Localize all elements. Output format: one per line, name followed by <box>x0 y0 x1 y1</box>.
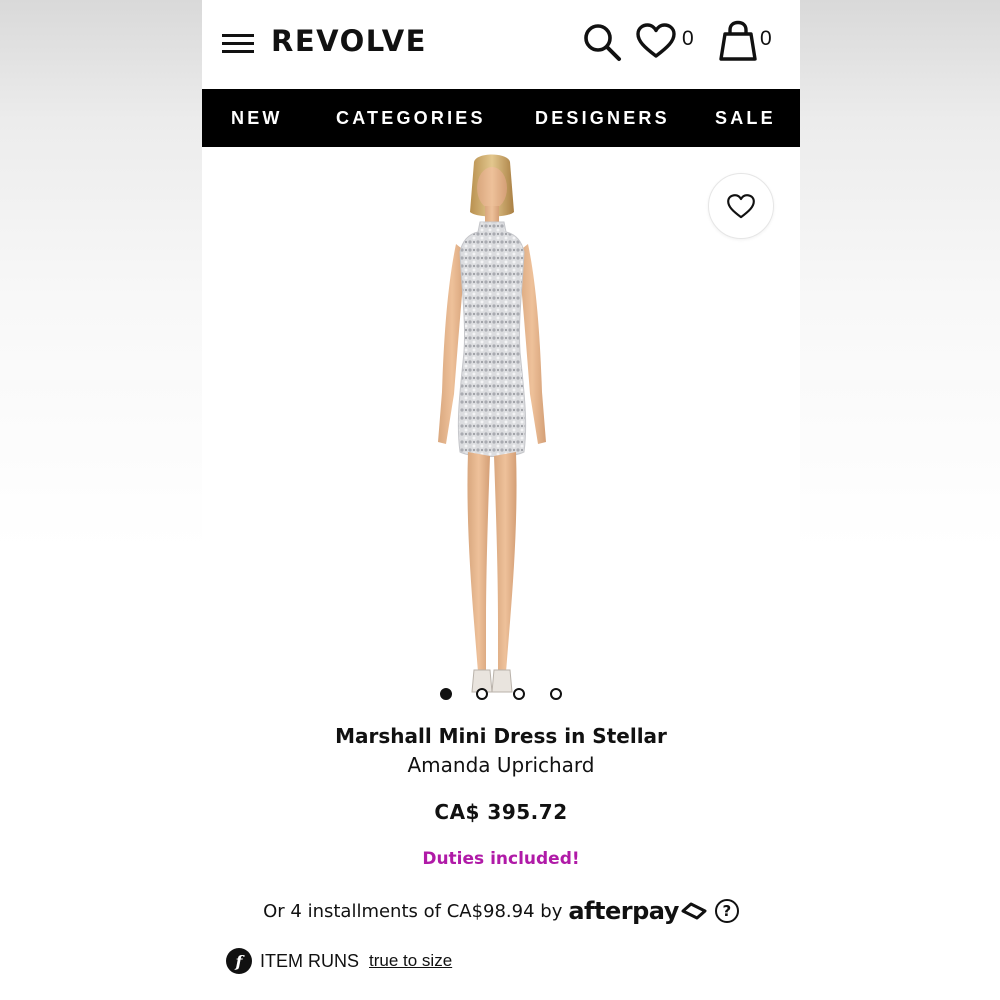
wishlist-heart-icon[interactable] <box>635 22 677 60</box>
bag-count: 0 <box>760 27 772 50</box>
afterpay-installments: Or 4 installments of CA$98.94 by afterpa… <box>202 896 800 926</box>
fit-value-link[interactable]: true to size <box>369 951 452 971</box>
nav-item-sale[interactable]: SALE <box>715 108 776 129</box>
wishlist-count: 0 <box>682 27 694 50</box>
nav-item-new[interactable]: NEW <box>231 108 283 129</box>
revolve-logo[interactable]: REVOLVE <box>271 24 427 58</box>
product-price: CA$ 395.72 <box>434 800 568 824</box>
backdrop-right <box>798 0 1000 1000</box>
add-to-favorites-button[interactable] <box>708 173 774 239</box>
product-designer-link[interactable]: Amanda Uprichard <box>202 753 800 777</box>
site-header: REVOLVE 0 0 <box>202 0 800 89</box>
carousel-dot-4[interactable] <box>550 688 562 700</box>
heart-outline-icon <box>727 193 755 218</box>
installments-text: Or 4 installments of CA$98.94 by <box>263 900 563 922</box>
menu-icon[interactable] <box>222 32 254 54</box>
carousel-dot-2[interactable] <box>476 688 488 700</box>
product-title: Marshall Mini Dress in Stellar <box>335 724 667 748</box>
nav-item-categories[interactable]: CATEGORIES <box>336 108 486 129</box>
product-image-carousel[interactable] <box>202 147 800 717</box>
backdrop-left <box>0 0 202 1000</box>
carousel-dot-3[interactable] <box>513 688 525 700</box>
size-fit-info: f ITEM RUNS true to size <box>226 946 452 976</box>
product-page: REVOLVE 0 0 NEW CATEGORIES DESIGNERS SAL… <box>202 0 800 1000</box>
carousel-pagination <box>202 688 800 702</box>
afterpay-arrows-icon <box>681 902 707 920</box>
help-icon[interactable]: ? <box>714 899 739 923</box>
nav-item-designers[interactable]: DESIGNERS <box>535 108 670 129</box>
product-photo <box>438 154 546 693</box>
search-icon[interactable] <box>582 22 622 62</box>
main-nav: NEW CATEGORIES DESIGNERS SALE <box>202 89 800 147</box>
fit-label: ITEM RUNS <box>260 950 359 971</box>
fit-icon: f <box>226 948 252 974</box>
afterpay-logo: afterpay <box>568 897 709 925</box>
carousel-dot-1[interactable] <box>440 688 452 700</box>
duties-note: Duties included! <box>422 849 580 869</box>
shopping-bag-icon[interactable] <box>718 20 758 62</box>
